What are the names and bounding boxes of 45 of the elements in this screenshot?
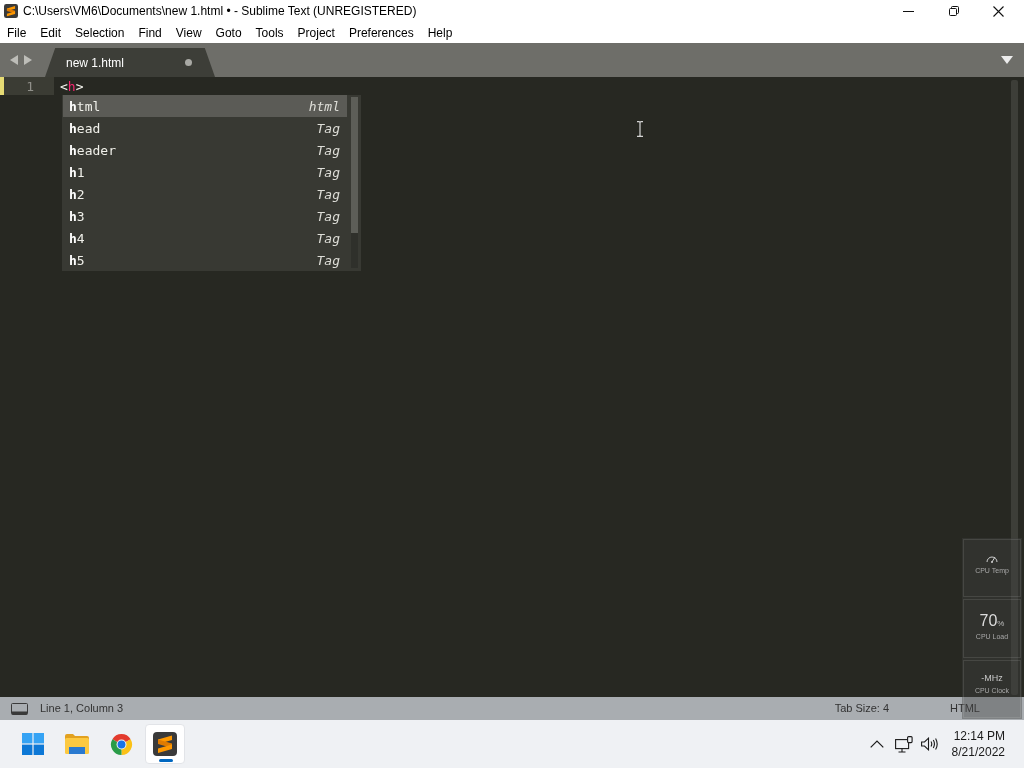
browser-icon <box>109 732 133 756</box>
scroll-left-icon[interactable] <box>10 55 18 65</box>
menu-item[interactable]: Goto <box>208 22 249 43</box>
popup-scrollbar[interactable] <box>351 97 358 268</box>
taskbar-button[interactable] <box>145 724 185 764</box>
menu-item[interactable]: File <box>0 22 34 43</box>
restore-icon <box>948 6 959 16</box>
editor-tab[interactable]: new 1.html <box>45 48 215 77</box>
scrollbar-thumb[interactable] <box>351 97 358 233</box>
scrollbar[interactable] <box>1011 80 1018 695</box>
code-line: <h> <box>60 79 84 93</box>
line-number: 1 <box>25 79 34 93</box>
gauge-icon <box>986 553 998 563</box>
menu-item[interactable]: Selection <box>68 22 132 43</box>
gadget-unit: % <box>997 620 1005 629</box>
editor-app-icon <box>153 732 177 756</box>
minimize-icon <box>903 10 914 12</box>
scroll-right-icon[interactable] <box>24 55 32 65</box>
window-title: C:\Users\VM6\Documents\new 1.html • - Sublime Text (UNREGISTERED) <box>23 3 417 20</box>
start-icon <box>22 733 44 755</box>
close-icon <box>993 5 1004 17</box>
cursor-position: Line 1, Column 3 <box>40 701 124 717</box>
app-logo-icon <box>4 4 18 18</box>
network-icon[interactable] <box>894 735 913 753</box>
menu-item[interactable]: View <box>168 22 209 43</box>
tab-size-setting[interactable]: Tab Size: 4 <box>834 700 890 717</box>
clock-time[interactable]: 12:14 PM <box>953 728 1005 744</box>
folder-icon <box>65 734 89 754</box>
speaker-icon[interactable] <box>920 737 938 751</box>
text-cursor-icon <box>636 121 644 137</box>
active-indicator <box>159 759 173 762</box>
caret-down-icon[interactable] <box>1001 56 1013 64</box>
autocomplete-item[interactable]: html html <box>63 95 347 117</box>
menu-item[interactable]: Help <box>420 22 460 43</box>
gadget-value: -MHz <box>981 673 1003 683</box>
chevron-up-icon[interactable] <box>869 740 884 748</box>
menu-item[interactable]: Edit <box>33 22 69 43</box>
panel-toggle-icon[interactable] <box>11 702 28 715</box>
clock-date[interactable]: 8/21/2022 <box>951 744 1005 760</box>
menu-item[interactable]: Find <box>131 22 169 43</box>
menu-item[interactable]: Preferences <box>341 22 421 43</box>
menu-item[interactable]: Tools <box>248 22 291 43</box>
gadget-value: 70 <box>979 613 998 630</box>
menu-item[interactable]: Project <box>290 22 342 43</box>
syntax-setting[interactable]: HTML <box>950 700 980 717</box>
